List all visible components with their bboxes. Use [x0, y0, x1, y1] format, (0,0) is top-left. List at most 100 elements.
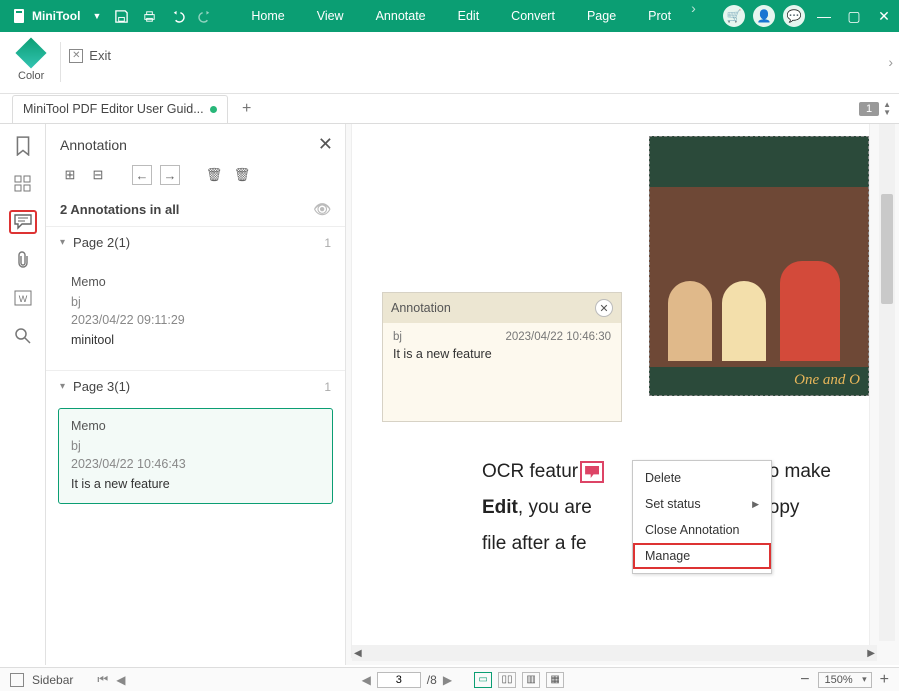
menu-annotate[interactable]: Annotate	[360, 0, 442, 32]
scroll-left-icon[interactable]: ◀	[354, 648, 362, 659]
submenu-arrow-icon: ▶	[752, 499, 759, 510]
visibility-toggle-icon[interactable]: 👁	[313, 201, 331, 218]
menu-convert[interactable]: Convert	[495, 0, 571, 32]
annotation-item[interactable]: Memo bj 2023/04/22 09:11:29 minitool	[58, 264, 333, 360]
bookmarks-tab-icon[interactable]	[9, 134, 37, 158]
sidebar-label: Sidebar	[32, 673, 73, 687]
attachments-tab-icon[interactable]	[9, 248, 37, 272]
popup-body[interactable]: It is a new feature	[383, 343, 621, 421]
prev-page-center-icon[interactable]: ◀	[362, 673, 371, 687]
search-tab-icon[interactable]	[9, 324, 37, 348]
page-canvas: One and O Annotation ✕ bj 2023/04/22 10:…	[352, 124, 869, 657]
color-icon	[16, 37, 47, 68]
ribbon-expand-icon[interactable]: ›	[888, 54, 893, 70]
app-logo: MiniTool	[6, 8, 86, 24]
undo-button[interactable]	[163, 0, 191, 32]
ctx-close-annotation[interactable]: Close Annotation	[633, 517, 771, 543]
page-group-count: 1	[324, 236, 331, 250]
embedded-image: One and O	[649, 136, 869, 396]
menu-protect[interactable]: Prot	[632, 0, 687, 32]
image-caption: One and O	[794, 372, 860, 389]
vertical-scrollbar[interactable]	[879, 124, 895, 641]
annotation-marker-icon[interactable]	[580, 461, 604, 483]
ctx-set-status[interactable]: Set status▶	[633, 491, 771, 517]
note-timestamp: 2023/04/22 09:11:29	[71, 313, 320, 327]
delete-annotation-icon[interactable]: 🗑	[204, 165, 224, 185]
popup-title: Annotation	[391, 301, 451, 315]
annotations-tab-icon[interactable]	[9, 210, 37, 234]
view-facing-icon[interactable]: ▥	[522, 672, 540, 688]
panel-title: Annotation	[60, 137, 127, 153]
popup-close-button[interactable]: ✕	[595, 299, 613, 317]
note-author: bj	[71, 295, 320, 309]
cart-button[interactable]: 🛒	[723, 5, 745, 27]
expand-all-icon[interactable]: ⊞	[60, 165, 80, 185]
next-page-center-icon[interactable]: ▶	[443, 673, 452, 687]
account-button[interactable]: 👤	[753, 5, 775, 27]
page-total: /8	[427, 673, 437, 687]
horizontal-scrollbar[interactable]: ◀ ▶	[352, 645, 877, 661]
minimize-button[interactable]: —	[809, 0, 839, 32]
sidebar-toggle-icon[interactable]	[10, 673, 24, 687]
note-body: minitool	[71, 333, 320, 347]
panel-close-button[interactable]: ✕	[318, 134, 333, 155]
ctx-manage[interactable]: Manage	[633, 543, 771, 569]
new-tab-button[interactable]: +	[234, 96, 260, 122]
menu-home[interactable]: Home	[235, 0, 300, 32]
note-body: It is a new feature	[71, 477, 320, 491]
zoom-in-button[interactable]: +	[880, 671, 889, 689]
page-group-count: 1	[324, 380, 331, 394]
thumbnails-tab-icon[interactable]	[9, 172, 37, 196]
status-bar: Sidebar ⏮ ◀ ◀ /8 ▶ ▭ ▯▯ ▥ ▦ − 150% +	[0, 667, 899, 691]
exit-label: Exit	[89, 48, 111, 63]
maximize-button[interactable]: ▢	[839, 0, 869, 32]
menu-edit[interactable]: Edit	[442, 0, 496, 32]
print-button[interactable]	[135, 0, 163, 32]
note-author: bj	[71, 439, 320, 453]
app-menu-dropdown-icon[interactable]: ▼	[92, 11, 101, 21]
prev-annotation-icon[interactable]: ←	[132, 165, 152, 185]
close-window-button[interactable]: ✕	[869, 0, 899, 32]
annotation-item[interactable]: Memo bj 2023/04/22 10:46:43 It is a new …	[58, 408, 333, 504]
menu-view[interactable]: View	[301, 0, 360, 32]
view-facing-continuous-icon[interactable]: ▦	[546, 672, 564, 688]
title-bar: MiniTool ▼ Home View Annotate Edit Conve…	[0, 0, 899, 32]
first-page-icon[interactable]: ⏮	[97, 672, 108, 687]
menu-more-icon[interactable]: ›	[687, 0, 700, 32]
ribbon: Color ✕ Exit ›	[0, 32, 899, 94]
page-group-header[interactable]: ▾ Page 2(1) 1	[46, 226, 345, 258]
note-timestamp: 2023/04/22 10:46:43	[71, 457, 320, 471]
svg-text:W: W	[18, 294, 27, 304]
page-number-input[interactable]	[377, 672, 421, 688]
annotation-popup: Annotation ✕ bj 2023/04/22 10:46:30 It i…	[382, 292, 622, 422]
next-annotation-icon[interactable]: →	[160, 165, 180, 185]
view-single-icon[interactable]: ▭	[474, 672, 492, 688]
color-tool[interactable]: Color	[10, 38, 52, 82]
redo-button[interactable]	[191, 0, 219, 32]
popup-author: bj	[393, 331, 402, 343]
prev-page-icon[interactable]: ◀	[116, 673, 125, 687]
context-menu: Delete Set status▶ Close Annotation Mana…	[632, 460, 772, 574]
color-label: Color	[18, 70, 44, 82]
view-continuous-icon[interactable]: ▯▯	[498, 672, 516, 688]
popup-timestamp: 2023/04/22 10:46:30	[505, 331, 611, 343]
delete-all-icon[interactable]: 🗑	[232, 165, 252, 185]
exit-button[interactable]: ✕ Exit	[69, 38, 111, 63]
zoom-select[interactable]: 150%	[818, 672, 872, 688]
zoom-out-button[interactable]: −	[800, 671, 809, 689]
document-tab[interactable]: MiniTool PDF Editor User Guid...	[12, 95, 228, 123]
save-button[interactable]	[107, 0, 135, 32]
ctx-delete[interactable]: Delete	[633, 465, 771, 491]
feedback-button[interactable]: 💬	[783, 5, 805, 27]
collapse-all-icon[interactable]: ⊟	[88, 165, 108, 185]
word-tab-icon[interactable]: W	[9, 286, 37, 310]
scroll-right-icon[interactable]: ▶	[867, 648, 875, 659]
page-group-header[interactable]: ▾ Page 3(1) 1	[46, 370, 345, 402]
menu-page[interactable]: Page	[571, 0, 632, 32]
document-viewport[interactable]: One and O Annotation ✕ bj 2023/04/22 10:…	[346, 124, 899, 665]
scrollbar-thumb[interactable]	[881, 194, 893, 304]
document-tabs: MiniTool PDF Editor User Guid... + 1 ▲▼	[0, 94, 899, 124]
page-spinner[interactable]: ▲▼	[881, 101, 893, 117]
panel-toolbar: ⊞ ⊟ ← → 🗑 🗑	[46, 161, 345, 193]
chevron-down-icon: ▾	[60, 381, 65, 392]
